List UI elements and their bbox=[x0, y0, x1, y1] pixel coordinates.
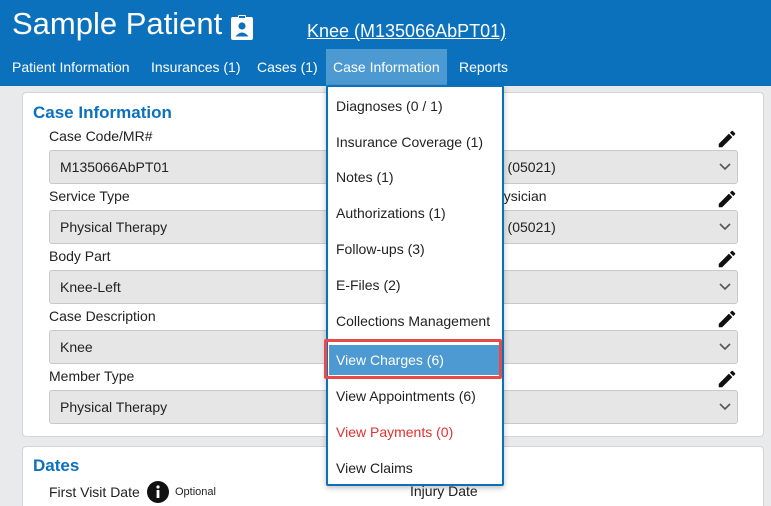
right-field-2-value: r (05021) bbox=[499, 219, 556, 235]
optional-label: Optional bbox=[175, 486, 216, 498]
case-code-label: Case Code/MR# bbox=[49, 128, 153, 144]
menu-item-e-files[interactable]: E-Files (2) bbox=[336, 277, 401, 293]
nav-cases[interactable]: Cases (1) bbox=[257, 49, 318, 86]
menu-item-notes[interactable]: Notes (1) bbox=[336, 169, 394, 185]
service-type-field[interactable]: Physical Therapy bbox=[49, 210, 349, 244]
chevron-down-icon bbox=[719, 223, 731, 231]
chevron-down-icon bbox=[719, 403, 731, 411]
dates-title: Dates bbox=[33, 456, 80, 475]
menu-item-view-appointments[interactable]: View Appointments (6) bbox=[336, 388, 476, 404]
nav-patient-information[interactable]: Patient Information bbox=[12, 49, 130, 86]
nav-insurances[interactable]: Insurances (1) bbox=[151, 49, 240, 86]
menu-item-authorizations[interactable]: Authorizations (1) bbox=[336, 205, 446, 221]
menu-item-view-claims[interactable]: View Claims bbox=[336, 460, 413, 476]
contact-card-icon[interactable] bbox=[230, 15, 254, 41]
edit-pencil-icon[interactable] bbox=[716, 368, 738, 390]
case-information-title: Case Information bbox=[33, 103, 172, 122]
edit-pencil-icon[interactable] bbox=[716, 128, 738, 150]
info-icon[interactable] bbox=[147, 481, 169, 503]
edit-pencil-icon[interactable] bbox=[716, 308, 738, 330]
menu-item-diagnoses[interactable]: Diagnoses (0 / 1) bbox=[336, 98, 443, 114]
member-type-field[interactable]: Physical Therapy bbox=[49, 390, 349, 424]
chevron-down-icon bbox=[719, 163, 731, 171]
right-field-1-value: r (05021) bbox=[499, 159, 556, 175]
highlight-annotation-box bbox=[324, 339, 502, 379]
service-type-label: Service Type bbox=[49, 188, 130, 204]
body-part-field[interactable]: Knee-Left bbox=[49, 270, 349, 304]
case-information-dropdown: Diagnoses (0 / 1) Insurance Coverage (1)… bbox=[326, 85, 504, 486]
case-link[interactable]: Knee (M135066AbPT01) bbox=[307, 21, 506, 42]
nav-reports[interactable]: Reports bbox=[459, 49, 508, 86]
edit-pencil-icon[interactable] bbox=[716, 248, 738, 270]
menu-item-insurance-coverage[interactable]: Insurance Coverage (1) bbox=[336, 134, 483, 150]
case-code-field[interactable]: M135066AbPT01 bbox=[49, 150, 349, 184]
edit-pencil-icon[interactable] bbox=[716, 188, 738, 210]
body-part-label: Body Part bbox=[49, 248, 111, 264]
menu-item-follow-ups[interactable]: Follow-ups (3) bbox=[336, 241, 425, 257]
nav-case-information[interactable]: Case Information bbox=[326, 49, 447, 86]
chevron-down-icon bbox=[719, 343, 731, 351]
case-description-field[interactable]: Knee bbox=[49, 330, 349, 364]
case-description-label: Case Description bbox=[49, 308, 156, 324]
top-bar: Sample Patient Knee (M135066AbPT01) Pati… bbox=[0, 0, 771, 86]
menu-item-view-payments[interactable]: View Payments (0) bbox=[336, 424, 453, 440]
patient-name: Sample Patient bbox=[12, 6, 223, 41]
member-type-label: Member Type bbox=[49, 368, 135, 384]
menu-item-collections-management[interactable]: Collections Management bbox=[336, 313, 490, 329]
first-visit-date-label: First Visit Date bbox=[49, 484, 140, 500]
chevron-down-icon bbox=[719, 283, 731, 291]
